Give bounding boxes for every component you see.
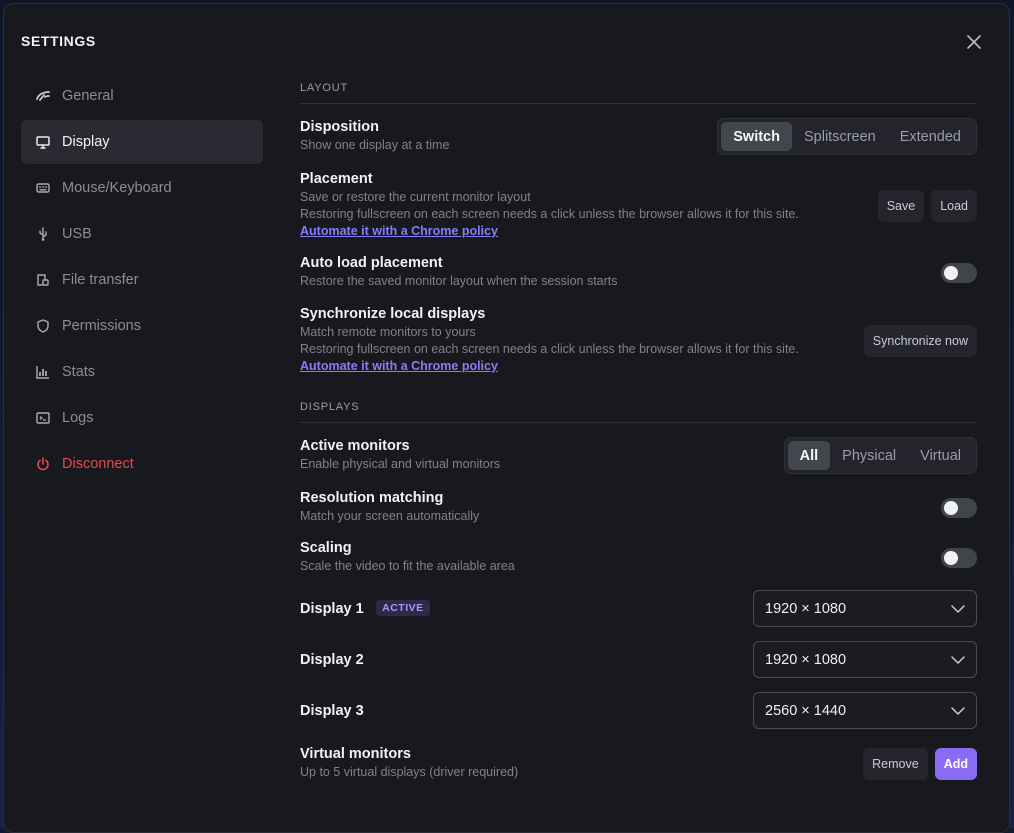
resolution-matching-toggle[interactable] (941, 497, 977, 518)
sidebar-item-label: Permissions (62, 318, 141, 334)
remove-virtual-monitor-button[interactable]: Remove (863, 747, 928, 780)
placement-chrome-policy-link[interactable]: Automate it with a Chrome policy (300, 223, 799, 240)
placement-label: Placement (300, 171, 373, 187)
virtual-monitors-desc: Up to 5 virtual displays (driver require… (300, 765, 519, 779)
sidebar-item-label: Mouse/Keyboard (62, 180, 172, 196)
sync-label: Synchronize local displays (300, 306, 486, 322)
synchronize-now-button[interactable]: Synchronize now (863, 324, 977, 357)
scaling-row: Scaling Scale the video to fit the avail… (300, 540, 977, 575)
save-placement-button[interactable]: Save (877, 189, 925, 222)
sidebar-item-disconnect[interactable]: Disconnect (21, 442, 263, 486)
sync-desc: Match remote monitors to yours (300, 325, 476, 339)
sidebar-item-label: File transfer (62, 272, 139, 288)
chevron-down-icon (951, 655, 965, 664)
monitors-option-virtual[interactable]: Virtual (908, 441, 973, 470)
active-monitors-desc: Enable physical and virtual monitors (300, 457, 501, 471)
close-icon (967, 35, 981, 49)
resolution-matching-label: Resolution matching (300, 490, 444, 506)
disposition-row: Disposition Show one display at a time S… (300, 118, 977, 155)
active-badge: ACTIVE (376, 600, 430, 617)
section-title-layout: LAYOUT (300, 82, 977, 104)
disposition-segmented-control: Switch Splitscreen Extended (717, 118, 977, 155)
gauge-icon (35, 88, 51, 104)
scaling-toggle[interactable] (941, 547, 977, 568)
usb-icon (35, 226, 51, 242)
display-3-resolution-select[interactable]: 2560 × 1440 (753, 692, 977, 729)
sidebar-item-file-transfer[interactable]: File transfer (21, 258, 263, 302)
settings-dialog: SETTINGS General Display Mouse/Keyboard (3, 3, 1010, 833)
shield-icon (35, 318, 51, 334)
sidebar-item-usb[interactable]: USB (21, 212, 263, 256)
close-button[interactable] (962, 30, 986, 54)
sidebar-item-logs[interactable]: Logs (21, 396, 263, 440)
active-monitors-label: Active monitors (300, 438, 410, 454)
file-transfer-icon (35, 272, 51, 288)
sidebar-item-label: USB (62, 226, 92, 242)
display-row: Display 2 1920 × 1080 (300, 641, 977, 678)
disposition-option-switch[interactable]: Switch (721, 122, 792, 151)
display-label: Display 3 (300, 702, 364, 719)
power-icon (35, 456, 51, 472)
auto-load-label: Auto load placement (300, 255, 443, 271)
dialog-title: SETTINGS (21, 33, 96, 49)
bar-chart-icon (35, 364, 51, 380)
placement-desc: Save or restore the current monitor layo… (300, 190, 531, 204)
scaling-desc: Scale the video to fit the available are… (300, 559, 515, 573)
active-monitors-segmented-control: All Physical Virtual (783, 437, 977, 474)
sync-row: Synchronize local displays Match remote … (300, 306, 977, 375)
sidebar: General Display Mouse/Keyboard USB File … (21, 74, 263, 488)
sidebar-item-label: Logs (62, 410, 94, 426)
sidebar-item-label: General (62, 88, 114, 104)
disposition-option-extended[interactable]: Extended (888, 122, 973, 151)
scaling-label: Scaling (300, 540, 352, 556)
disposition-option-splitscreen[interactable]: Splitscreen (792, 122, 888, 151)
sync-fullscreen-note: Restoring fullscreen on each screen need… (300, 342, 799, 356)
auto-load-row: Auto load placement Restore the saved mo… (300, 255, 977, 290)
sidebar-item-stats[interactable]: Stats (21, 350, 263, 394)
display-row: Display 3 2560 × 1440 (300, 692, 977, 729)
auto-load-desc: Restore the saved monitor layout when th… (300, 274, 618, 288)
keyboard-icon (35, 180, 51, 196)
virtual-monitors-row: Virtual monitors Up to 5 virtual display… (300, 746, 977, 781)
display-1-resolution-select[interactable]: 1920 × 1080 (753, 590, 977, 627)
sidebar-item-display[interactable]: Display (21, 120, 263, 164)
display-label: Display 1 (300, 600, 364, 617)
chevron-down-icon (951, 706, 965, 715)
placement-fullscreen-note: Restoring fullscreen on each screen need… (300, 207, 799, 221)
display-row: Display 1 ACTIVE 1920 × 1080 (300, 590, 977, 627)
settings-content: LAYOUT Disposition Show one display at a… (300, 82, 977, 781)
sidebar-item-mouse-keyboard[interactable]: Mouse/Keyboard (21, 166, 263, 210)
resolution-matching-row: Resolution matching Match your screen au… (300, 490, 977, 525)
section-title-displays: DISPLAYS (300, 401, 977, 423)
sidebar-item-label: Stats (62, 364, 96, 380)
terminal-icon (35, 410, 51, 426)
add-virtual-monitor-button[interactable]: Add (934, 747, 977, 780)
resolution-value: 2560 × 1440 (765, 702, 847, 719)
auto-load-toggle[interactable] (941, 262, 977, 283)
resolution-value: 1920 × 1080 (765, 651, 847, 668)
load-placement-button[interactable]: Load (931, 189, 977, 222)
virtual-monitors-label: Virtual monitors (300, 746, 411, 762)
resolution-matching-desc: Match your screen automatically (300, 509, 480, 523)
disposition-label: Disposition (300, 119, 379, 135)
sidebar-item-label: Disconnect (62, 456, 134, 472)
active-monitors-row: Active monitors Enable physical and virt… (300, 437, 977, 474)
display-label: Display 2 (300, 651, 364, 668)
placement-row: Placement Save or restore the current mo… (300, 171, 977, 240)
sidebar-item-permissions[interactable]: Permissions (21, 304, 263, 348)
sidebar-item-general[interactable]: General (21, 74, 263, 118)
display-2-resolution-select[interactable]: 1920 × 1080 (753, 641, 977, 678)
monitors-option-physical[interactable]: Physical (830, 441, 908, 470)
monitors-option-all[interactable]: All (787, 441, 831, 470)
disposition-desc: Show one display at a time (300, 138, 450, 152)
chevron-down-icon (951, 604, 965, 613)
resolution-value: 1920 × 1080 (765, 600, 847, 617)
sync-chrome-policy-link[interactable]: Automate it with a Chrome policy (300, 358, 799, 375)
sidebar-item-label: Display (62, 134, 110, 150)
monitor-icon (35, 134, 51, 150)
